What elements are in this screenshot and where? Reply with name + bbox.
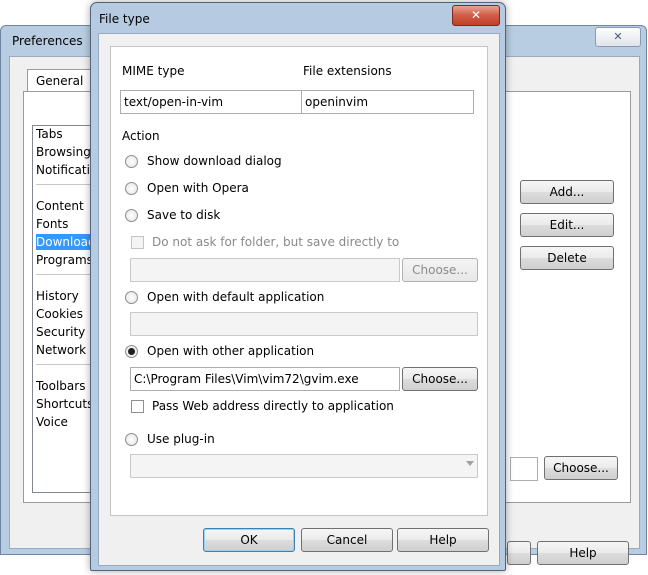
plugin-select[interactable] xyxy=(130,454,478,478)
chevron-down-icon[interactable] xyxy=(466,461,474,466)
radio-open-default-application[interactable] xyxy=(125,291,138,304)
sidebar-item-shortcuts[interactable]: Shortcuts xyxy=(36,396,93,412)
preferences-cancel-button[interactable] xyxy=(507,541,531,565)
action-label: Action xyxy=(122,129,160,143)
mime-type-label: MIME type xyxy=(122,64,185,78)
ok-button[interactable]: OK xyxy=(203,528,295,552)
sidebar-item-history[interactable]: History xyxy=(36,288,79,304)
edit-button[interactable]: Edit... xyxy=(520,213,614,237)
preferences-help-button[interactable]: Help xyxy=(537,541,629,565)
sidebar-divider xyxy=(36,274,96,275)
file-extensions-label: File extensions xyxy=(303,64,392,78)
radio-open-with-opera[interactable] xyxy=(125,182,138,195)
sidebar-divider xyxy=(36,364,96,365)
choose-folder-button[interactable]: Choose... xyxy=(544,456,618,480)
use-plugin-label[interactable]: Use plug-in xyxy=(147,432,215,446)
save-to-disk-label[interactable]: Save to disk xyxy=(147,208,220,222)
show-download-dialog-label[interactable]: Show download dialog xyxy=(147,154,282,168)
dialog-body: MIME type File extensions text/open-in-v… xyxy=(98,33,500,566)
save-folder-input[interactable] xyxy=(130,258,400,282)
delete-button[interactable]: Delete xyxy=(520,246,614,270)
sidebar-item-toolbars[interactable]: Toolbars xyxy=(36,378,85,394)
tab-general[interactable]: General xyxy=(27,69,91,91)
sidebar-item-tabs[interactable]: Tabs xyxy=(36,126,63,142)
sidebar-item-security[interactable]: Security xyxy=(36,324,85,340)
file-type-dialog: File type ✕ MIME type File extensions te… xyxy=(90,2,506,571)
pass-web-address-checkbox[interactable] xyxy=(131,400,144,413)
pass-web-address-label[interactable]: Pass Web address directly to application xyxy=(152,399,394,413)
no-ask-folder-label: Do not ask for folder, but save directly… xyxy=(152,235,400,249)
dialog-close-icon[interactable]: ✕ xyxy=(452,5,500,26)
download-folder-field[interactable] xyxy=(510,457,538,481)
file-extensions-input[interactable]: openinvim xyxy=(301,90,474,114)
sidebar-item-cookies[interactable]: Cookies xyxy=(36,306,83,322)
sidebar-item-fonts[interactable]: Fonts xyxy=(36,216,68,232)
open-other-application-label[interactable]: Open with other application xyxy=(147,344,314,358)
sidebar-item-voice[interactable]: Voice xyxy=(36,414,68,430)
open-with-opera-label[interactable]: Open with Opera xyxy=(147,181,249,195)
sidebar-item-browsing[interactable]: Browsing xyxy=(36,144,91,160)
choose-application-button[interactable]: Choose... xyxy=(402,367,478,391)
radio-show-download-dialog[interactable] xyxy=(125,155,138,168)
sidebar-item-content[interactable]: Content xyxy=(36,198,84,214)
other-application-path-input[interactable]: C:\Program Files\Vim\vim72\gvim.exe xyxy=(130,367,400,391)
radio-save-to-disk[interactable] xyxy=(125,209,138,222)
help-button[interactable]: Help xyxy=(397,528,489,552)
radio-open-other-application[interactable] xyxy=(125,345,138,358)
cancel-button[interactable]: Cancel xyxy=(301,528,393,552)
sidebar-item-programs[interactable]: Programs xyxy=(36,252,93,268)
sidebar-item-network[interactable]: Network xyxy=(36,342,86,358)
default-application-input[interactable] xyxy=(130,312,478,336)
choose-save-folder-button[interactable]: Choose... xyxy=(402,258,478,282)
sidebar-divider xyxy=(36,184,96,185)
preferences-title: Preferences xyxy=(12,34,83,48)
radio-use-plugin[interactable] xyxy=(125,433,138,446)
mime-type-input[interactable]: text/open-in-vim xyxy=(120,90,302,114)
dialog-title: File type xyxy=(99,12,150,26)
no-ask-folder-checkbox[interactable] xyxy=(131,236,144,249)
dialog-panel: MIME type File extensions text/open-in-v… xyxy=(110,46,488,516)
add-button[interactable]: Add... xyxy=(520,180,614,204)
preferences-close-icon[interactable]: ✕ xyxy=(595,27,641,47)
open-default-application-label[interactable]: Open with default application xyxy=(147,290,324,304)
